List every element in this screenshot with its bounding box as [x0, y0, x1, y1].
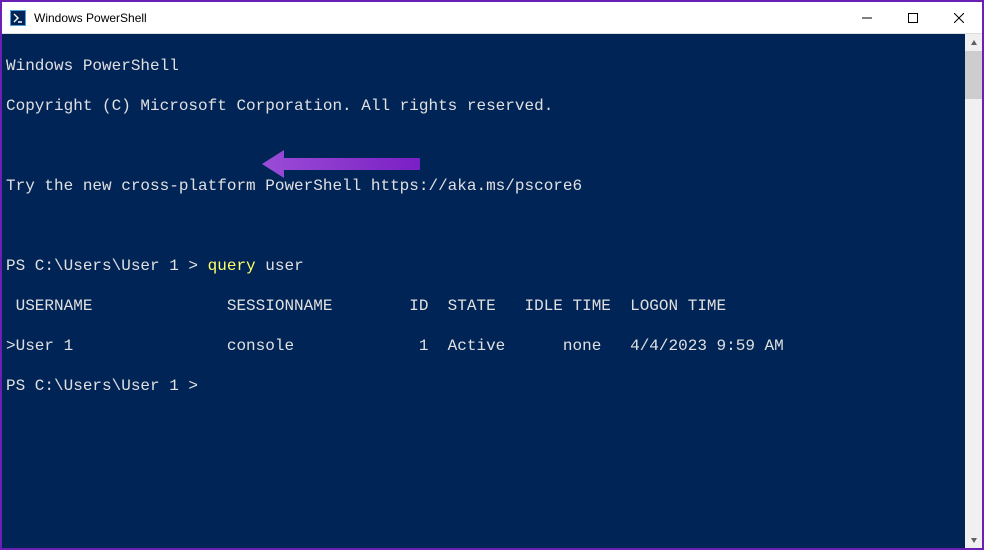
prompt-line-1: PS C:\Users\User 1 > query user — [6, 256, 965, 276]
vertical-scrollbar[interactable] — [965, 34, 982, 548]
header-line-1: Windows PowerShell — [6, 56, 965, 76]
powershell-window: Windows PowerShell Windows PowerShell Co… — [2, 2, 982, 548]
scroll-up-button[interactable] — [965, 34, 982, 51]
blank-line — [6, 216, 965, 236]
command-user: user — [256, 257, 304, 275]
client-area: Windows PowerShell Copyright (C) Microso… — [2, 34, 982, 548]
minimize-button[interactable] — [844, 2, 890, 34]
scroll-thumb[interactable] — [965, 51, 982, 99]
titlebar[interactable]: Windows PowerShell — [2, 2, 982, 34]
header-line-2: Copyright (C) Microsoft Corporation. All… — [6, 96, 965, 116]
window-title: Windows PowerShell — [34, 11, 147, 25]
close-button[interactable] — [936, 2, 982, 34]
prompt-line-2: PS C:\Users\User 1 > — [6, 376, 965, 396]
try-message: Try the new cross-platform PowerShell ht… — [6, 176, 965, 196]
blank-line — [6, 136, 965, 156]
powershell-icon — [10, 10, 26, 26]
table-header: USERNAME SESSIONNAME ID STATE IDLE TIME … — [6, 296, 965, 316]
table-row: >User 1 console 1 Active none 4/4/2023 9… — [6, 336, 965, 356]
terminal-output[interactable]: Windows PowerShell Copyright (C) Microso… — [2, 34, 965, 548]
maximize-button[interactable] — [890, 2, 936, 34]
scroll-down-button[interactable] — [965, 531, 982, 548]
command-query: query — [208, 257, 256, 275]
prompt-path: PS C:\Users\User 1 > — [6, 257, 208, 275]
